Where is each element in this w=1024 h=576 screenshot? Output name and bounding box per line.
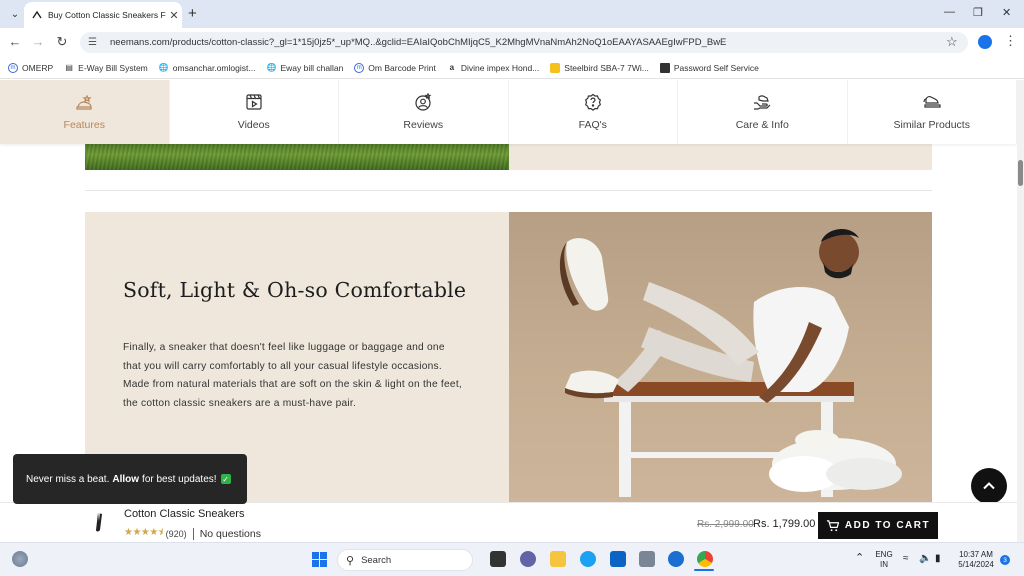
- browser-menu-icon[interactable]: ⋮: [1004, 33, 1017, 49]
- chrome-icon[interactable]: [697, 551, 713, 567]
- new-tab-button[interactable]: +: [188, 5, 197, 22]
- tab-faqs[interactable]: FAQ's: [509, 80, 678, 144]
- eway-icon: ▤: [65, 63, 73, 72]
- minimize-icon[interactable]: —: [944, 6, 955, 18]
- address-bar[interactable]: ☰ neemans.com/products/cotton-classic?_g…: [80, 32, 968, 53]
- bookmark-omsanchar[interactable]: 🌐 omsanchar.omlogist...: [159, 63, 256, 73]
- feature-paragraph: Finally, a sneaker that doesn't feel lik…: [123, 342, 463, 410]
- cart-icon: [826, 520, 839, 532]
- globe-icon: 🌐: [158, 63, 169, 72]
- neemans-favicon-icon: [32, 10, 42, 19]
- tab-similar-products[interactable]: Similar Products: [848, 80, 1017, 144]
- clock[interactable]: 10:37 AM 5/14/2024: [954, 550, 998, 570]
- sticky-add-to-cart-bar: Cotton Classic Sneakers ★★★★⯨ (920) No q…: [0, 502, 1017, 542]
- tab-features[interactable]: Features: [0, 80, 170, 144]
- file-explorer-icon[interactable]: [550, 551, 566, 567]
- rating-stars-icon: ★★★★⯨: [124, 527, 163, 538]
- browser-tab[interactable]: Buy Cotton Classic Sneakers Fo ✕: [24, 2, 182, 28]
- amazon-icon: a: [449, 63, 455, 72]
- tab-reviews[interactable]: Reviews: [339, 80, 509, 144]
- bookmark-eway-challan[interactable]: 🌐 Eway bill challan: [266, 63, 343, 73]
- store-icon[interactable]: [610, 551, 626, 567]
- page-scrollbar-thumb[interactable]: [1018, 160, 1023, 186]
- back-arrow-icon[interactable]: ←: [7, 34, 23, 49]
- tab-title: Buy Cotton Classic Sneakers Fo: [48, 10, 166, 20]
- window-close-icon[interactable]: ✕: [1002, 6, 1011, 19]
- faq-icon: [584, 93, 601, 111]
- restore-icon[interactable]: ❐: [973, 6, 983, 19]
- profile-avatar-icon[interactable]: [978, 35, 992, 49]
- windows-taskbar: [0, 542, 1024, 576]
- reviews-icon: [415, 93, 432, 111]
- taskbar-search[interactable]: ⚲ Search: [337, 549, 473, 571]
- page-scrollbar[interactable]: [1017, 80, 1024, 542]
- battery-icon[interactable]: ▮: [935, 554, 941, 564]
- videos-icon: [246, 94, 262, 110]
- bookmark-steelbird[interactable]: Steelbird SBA-7 7Wi...: [550, 62, 649, 73]
- checkmark-icon: ✓: [220, 474, 231, 484]
- questions-link[interactable]: No questions: [200, 528, 261, 540]
- tray-chevron-icon[interactable]: ⌃: [855, 553, 864, 564]
- active-app-indicator: [694, 569, 714, 571]
- previous-feature-image: [85, 144, 509, 170]
- bookmark-star-icon[interactable]: ☆: [946, 34, 958, 50]
- task-view-icon[interactable]: [490, 551, 506, 567]
- tab-search-chevron-icon[interactable]: ⌄: [6, 5, 24, 23]
- product-section-nav: Features Videos Reviews FAQ's Care & Inf…: [0, 80, 1017, 144]
- app-icon[interactable]: [668, 551, 684, 567]
- steelbird-icon: [550, 62, 561, 73]
- notification-toast[interactable]: Never miss a beat. Allow for best update…: [13, 454, 247, 504]
- previous-feature-panel: [509, 144, 932, 170]
- bookmark-om-barcode[interactable]: m Om Barcode Print: [354, 62, 436, 73]
- reload-icon[interactable]: ↻: [54, 34, 70, 50]
- bookmark-password-self-service[interactable]: Password Self Service: [659, 62, 759, 73]
- man-on-bench-illustration: [559, 228, 902, 497]
- chevron-up-icon: [983, 482, 995, 490]
- notification-badge[interactable]: 3: [1000, 555, 1010, 565]
- review-count[interactable]: (920): [166, 529, 187, 539]
- volume-icon[interactable]: 🔈: [919, 554, 931, 564]
- scroll-to-top-button[interactable]: [971, 468, 1007, 504]
- product-thumbnail: [96, 513, 102, 532]
- rating-row: ★★★★⯨ (920) No questions: [124, 525, 261, 542]
- bookmarks-bar: m OMERP ▤ E-Way Bill System 🌐 omsanchar.oml…: [0, 57, 1024, 79]
- tab-close-icon[interactable]: ✕: [166, 9, 182, 22]
- bookmark-omerp[interactable]: m OMERP: [8, 62, 53, 73]
- care-icon: [754, 95, 771, 110]
- weather-widget-icon[interactable]: [12, 551, 28, 567]
- tab-videos[interactable]: Videos: [170, 80, 339, 144]
- search-icon: ⚲: [346, 554, 355, 567]
- teams-icon[interactable]: [520, 551, 536, 567]
- page-viewport: Features Videos Reviews FAQ's Care & Inf…: [0, 80, 1017, 542]
- globe-icon: 🌐: [266, 63, 277, 72]
- feature-photo: [509, 212, 932, 502]
- tab-care-info[interactable]: Care & Info: [678, 80, 848, 144]
- product-name: Cotton Classic Sneakers: [124, 508, 245, 520]
- bookmark-divine-impex[interactable]: a Divine impex Hond...: [447, 63, 540, 73]
- separator: [192, 527, 194, 540]
- wifi-icon[interactable]: ≈: [903, 554, 909, 564]
- bookmark-eway-bill[interactable]: ▤ E-Way Bill System: [64, 63, 147, 73]
- omerp-icon: m: [354, 62, 365, 73]
- omerp-icon: m: [8, 62, 18, 73]
- pss-icon: [659, 62, 670, 73]
- original-price: Rs. 2,999.00: [697, 519, 754, 530]
- forward-arrow-icon[interactable]: →: [30, 34, 46, 49]
- calculator-icon[interactable]: [639, 551, 655, 567]
- add-to-cart-button[interactable]: ADD TO CART: [818, 512, 938, 539]
- feature-heading: Soft, Light & Oh-so Comfortable: [123, 278, 467, 302]
- windows-start-icon[interactable]: [312, 552, 327, 567]
- sale-price: Rs. 1,799.00: [753, 518, 816, 530]
- section-divider: [85, 190, 932, 191]
- edge-icon[interactable]: [580, 551, 596, 567]
- features-icon: [76, 94, 92, 110]
- site-info-icon[interactable]: ☰: [88, 37, 100, 48]
- similar-icon: [923, 96, 941, 108]
- url-text: neemans.com/products/cotton-classic?_gl=…: [110, 37, 727, 48]
- language-indicator[interactable]: ENG IN: [872, 550, 896, 570]
